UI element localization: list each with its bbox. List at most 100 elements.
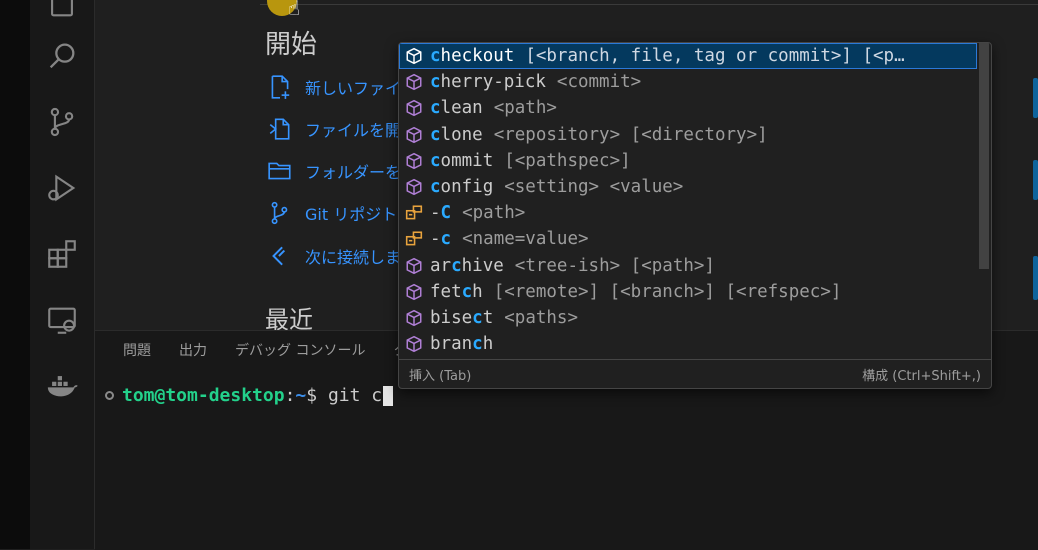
open-folder-link[interactable]: フォルダーを開	[267, 156, 417, 186]
option-icon	[404, 229, 424, 249]
suggestion-item[interactable]: fetch [<remote>] [<branch>] [<refspec>]	[399, 279, 977, 305]
open-file-link[interactable]: ファイルを開く	[267, 114, 417, 144]
suggestion-prefix: -	[430, 229, 441, 250]
suggestion-item[interactable]: -c <name=value>	[399, 226, 977, 252]
suggestion-item[interactable]: clean <path>	[399, 95, 977, 121]
terminal-prompt-line[interactable]: tom@tom-desktop : ~ $ git c	[105, 385, 394, 406]
prompt-path: ~	[295, 385, 307, 406]
suggest-widget: checkout [<branch, file, tag or commit>] …	[398, 42, 992, 389]
suggestion-item[interactable]: bisect <paths>	[399, 305, 977, 331]
tab-debug-console[interactable]: デバッグ コンソール	[235, 340, 365, 360]
recent-heading: 最近	[265, 306, 313, 330]
suggestion-match: c	[430, 177, 441, 198]
suggestion-suffix: ommit	[440, 150, 494, 171]
suggestion-match: c	[430, 72, 441, 93]
walkthrough-accent	[1033, 78, 1038, 118]
explorer-icon[interactable]	[44, 0, 80, 22]
open-file-icon	[269, 118, 290, 140]
suggestion-suffix: h	[482, 334, 494, 355]
suggestion-suffix: lone	[440, 124, 483, 145]
suggestion-suffix: lean	[440, 98, 483, 119]
configure-hint[interactable]: 構成 (Ctrl+Shift+,)	[862, 365, 981, 384]
suggestion-args: <setting> <value>	[504, 177, 684, 198]
suggestion-item[interactable]: cherry-pick <commit>	[399, 69, 977, 95]
suggestion-label: config	[430, 177, 493, 197]
subcommand-icon	[404, 177, 424, 197]
insert-hint[interactable]: 挿入 (Tab)	[409, 365, 471, 384]
tab-problems[interactable]: 問題	[123, 340, 151, 360]
suggestion-match: c	[451, 255, 462, 276]
suggestion-args: <paths>	[504, 307, 579, 328]
suggestion-label: clean	[430, 98, 483, 118]
clone-repo-label: Git リポジトリ	[305, 205, 414, 224]
suggest-scrollbar[interactable]	[979, 43, 989, 269]
start-heading: 開始	[265, 30, 318, 60]
source-control-icon[interactable]	[44, 104, 80, 140]
search-icon[interactable]	[44, 38, 80, 74]
tab-output[interactable]: 出力	[179, 340, 207, 360]
suggestion-item[interactable]: archive <tree-ish> [<path>]	[399, 253, 977, 279]
suggestion-args: <name=value>	[462, 229, 589, 250]
suggestion-label: cherry-pick	[430, 72, 546, 92]
suggestion-suffix: h	[472, 281, 483, 302]
suggestion-suffix: hive	[461, 255, 504, 276]
subcommand-icon	[404, 282, 424, 302]
window-edge	[0, 0, 30, 549]
suggestion-item[interactable]: clone <repository> [<directory>]	[399, 122, 977, 148]
suggestion-label: bisect	[430, 308, 493, 328]
walkthrough-accent	[1033, 160, 1038, 200]
subcommand-icon	[404, 125, 424, 145]
subcommand-icon	[404, 46, 424, 66]
suggestion-args: <commit>	[556, 72, 642, 93]
suggestion-item[interactable]: -C <path>	[399, 200, 977, 226]
suggestion-label: archive	[430, 256, 504, 276]
run-debug-icon[interactable]	[44, 170, 80, 206]
suggestion-match: c	[472, 307, 483, 328]
suggestion-label: -C	[430, 203, 451, 223]
suggestion-match: c	[472, 334, 483, 355]
prompt-colon: :	[284, 385, 296, 406]
remote-explorer-icon[interactable]	[44, 302, 80, 338]
suggestion-item[interactable]: branch	[399, 331, 977, 357]
connect-to-link[interactable]: 次に接続しま	[267, 241, 401, 271]
suggestion-item[interactable]: checkout [<branch, file, tag or commit>] …	[399, 43, 977, 70]
suggestion-label: clone	[430, 125, 483, 145]
suggestion-label: fetch	[430, 282, 483, 302]
suggestion-suffix: herry-pick	[440, 72, 546, 93]
subcommand-icon	[404, 334, 424, 354]
prompt-user: tom@tom-desktop	[122, 385, 285, 406]
suggestion-label: commit	[430, 151, 493, 171]
suggestion-prefix: fet	[430, 281, 462, 302]
subcommand-icon	[404, 98, 424, 118]
new-file-icon	[271, 75, 290, 99]
suggestion-args: <repository> [<directory>]	[493, 124, 768, 145]
suggestion-args: [<branch, file, tag or commit>] [<p…	[525, 46, 905, 67]
new-file-link[interactable]: 新しいファイル	[267, 72, 417, 102]
suggestion-prefix: -	[430, 203, 441, 224]
subcommand-icon	[404, 151, 424, 171]
suggestion-item[interactable]: commit [<pathspec>]	[399, 148, 977, 174]
suggestion-match: c	[430, 150, 441, 171]
terminal-cursor	[383, 385, 394, 406]
prompt-symbol: $	[306, 385, 328, 406]
suggestion-prefix: ar	[430, 255, 452, 276]
suggestion-label: -c	[430, 229, 451, 249]
suggestion-args: <path>	[462, 203, 526, 224]
suggestion-match: c	[461, 281, 473, 302]
activity-bar	[30, 0, 95, 549]
extensions-icon[interactable]	[44, 236, 80, 272]
clone-repo-link[interactable]: Git リポジトリ	[267, 198, 413, 228]
suggestion-item[interactable]: config <setting> <value>	[399, 174, 977, 200]
subcommand-icon	[404, 72, 424, 92]
terminal-command: git c	[327, 385, 383, 406]
option-icon	[404, 203, 424, 223]
command-status-icon	[105, 391, 114, 400]
docker-icon[interactable]	[44, 368, 80, 404]
walkthrough-accent	[1033, 256, 1038, 300]
suggestion-label: checkout	[430, 46, 514, 66]
suggestion-args: [<pathspec>]	[504, 150, 631, 171]
suggestion-args: [<remote>] [<branch>] [<refspec>]	[493, 281, 842, 302]
suggestion-match: c	[430, 124, 441, 145]
suggestion-prefix: bise	[430, 307, 473, 328]
suggestion-label: branch	[430, 334, 493, 354]
